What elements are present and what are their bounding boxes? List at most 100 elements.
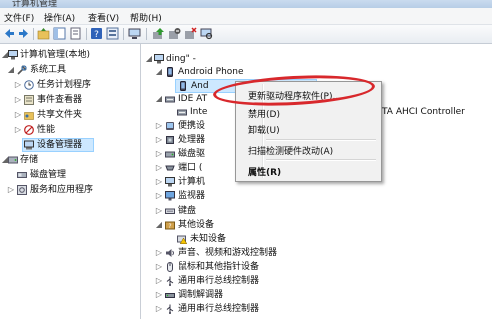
device-label: 鼠标和其他指针设备 [178, 262, 260, 272]
menu-help[interactable]: 帮助(H) [130, 11, 162, 24]
modem-icon [165, 293, 175, 298]
tree-item-label: 性能 [37, 125, 56, 135]
device-category-keyboards[interactable]: ▷ 键盘 [145, 205, 485, 217]
disable-device-icon[interactable] [168, 27, 181, 40]
other-devices-icon: ? [165, 221, 175, 230]
collapse-arrow-icon[interactable]: ◢ [155, 93, 163, 105]
device-category-mice[interactable]: ▷ 鼠标和其他指针设备 [145, 261, 485, 273]
expand-arrow-icon[interactable]: ▷ [155, 303, 163, 315]
device-category-monitors[interactable]: ▷ 监视器 [145, 190, 485, 202]
device-label: 其他设备 [178, 220, 215, 230]
sound-icon [166, 249, 174, 257]
up-folder-icon[interactable] [37, 27, 50, 40]
mouse-icon [167, 262, 173, 272]
view-details-icon[interactable] [106, 27, 119, 40]
svg-text:?: ? [168, 223, 171, 230]
expand-arrow-icon[interactable]: ▷ [155, 289, 163, 301]
tree-item-label: 磁盘管理 [30, 170, 67, 180]
expand-arrow-icon[interactable]: ▷ [155, 275, 163, 287]
tree-item-label: 事件查看器 [37, 95, 83, 105]
keyboard-icon [165, 208, 175, 214]
device-category-usb[interactable]: ▷ 通用串行总线控制器 [145, 275, 485, 287]
disk-drive-icon [165, 151, 175, 158]
collapse-arrow-icon[interactable]: ◢ [145, 53, 153, 65]
device-label: 声音、视频和游戏控制器 [178, 248, 278, 258]
phone-device-icon [180, 81, 186, 91]
device-category-usb-2[interactable]: ▷ 通用串行总线控制器 [145, 303, 485, 315]
tree-item-disk-management[interactable]: 磁盘管理 [0, 169, 140, 181]
menu-separator [266, 139, 376, 141]
device-label: 计算机 [178, 177, 206, 187]
disk-icon [17, 172, 27, 178]
properties-icon[interactable] [69, 27, 82, 40]
toolbar: ? [0, 25, 492, 44]
monitor-icon [165, 191, 175, 201]
expand-arrow-icon[interactable]: ▷ [14, 109, 22, 121]
device-label: 便携设 [178, 121, 206, 131]
tree-item-label: 设备管理器 [37, 140, 83, 150]
device-category-sound[interactable]: ▷ 声音、视频和游戏控制器 [145, 247, 485, 259]
expand-arrow-icon[interactable]: ▷ [14, 124, 22, 136]
back-arrow-icon[interactable] [3, 27, 16, 40]
scan-hardware-icon[interactable] [200, 27, 213, 40]
forward-arrow-icon[interactable] [17, 27, 30, 40]
tree-item-services-apps[interactable]: ▷ 服务和应用程序 [0, 184, 140, 196]
expand-arrow-icon[interactable]: ▷ [155, 134, 163, 146]
device-category-modems[interactable]: ▷ 调制解调器 [145, 289, 485, 301]
expand-arrow-icon[interactable]: ▷ [155, 176, 163, 188]
tools-icon [17, 65, 27, 75]
device-label: 处理器 [178, 135, 206, 145]
ide-icon [165, 96, 175, 103]
collapse-arrow-icon[interactable]: ◢ [155, 219, 163, 231]
expand-arrow-icon[interactable]: ▷ [155, 261, 163, 273]
context-uninstall[interactable]: 卸载(U) [248, 123, 280, 136]
device-category-other[interactable]: ◢ ? 其他设备 [145, 219, 485, 231]
device-unknown[interactable]: 未知设备 [145, 233, 485, 245]
expand-arrow-icon[interactable]: ▷ [155, 190, 163, 202]
device-label: 通用串行总线控制器 [178, 276, 260, 286]
expand-arrow-icon[interactable]: ▷ [155, 120, 163, 132]
uninstall-device-icon[interactable] [184, 27, 197, 40]
menu-file[interactable]: 文件(F) [4, 11, 34, 24]
computer-monitor-icon[interactable] [128, 27, 141, 40]
tree-item-event-viewer[interactable]: ▷ 事件查看器 [0, 94, 140, 106]
expand-arrow-icon[interactable]: ▷ [14, 94, 22, 106]
context-scan-hardware[interactable]: 扫描检测硬件改动(A) [248, 144, 333, 157]
device-label: And [191, 81, 209, 91]
update-driver-icon[interactable] [152, 27, 165, 40]
tree-item-shared-folders[interactable]: ▷ 共享文件夹 [0, 109, 140, 121]
context-disable[interactable]: 禁用(D) [248, 107, 280, 120]
collapse-arrow-icon[interactable]: ◢ [155, 66, 163, 78]
tree-item-storage[interactable]: ◢ 存储 [0, 154, 140, 166]
tree-item-task-scheduler[interactable]: ▷ 任务计划程序 [0, 79, 140, 91]
menu-separator [266, 159, 376, 161]
expand-arrow-icon[interactable]: ▷ [155, 205, 163, 217]
expand-arrow-icon[interactable]: ▷ [7, 184, 15, 196]
phone-icon [167, 67, 173, 77]
menu-view[interactable]: 查看(V) [88, 11, 119, 24]
device-root[interactable]: ◢ ding" - [145, 53, 485, 65]
context-properties[interactable]: 属性(R) [248, 165, 281, 178]
expand-arrow-icon[interactable]: ▷ [155, 148, 163, 160]
expand-arrow-icon[interactable]: ▷ [155, 162, 163, 174]
computer-icon [165, 177, 175, 187]
clock-icon [24, 80, 34, 90]
unknown-device-warning-icon [177, 235, 187, 244]
menu-action[interactable]: 操作(A) [44, 11, 75, 24]
performance-icon [24, 125, 34, 135]
tree-item-label: 服务和应用程序 [30, 185, 94, 195]
tree-item-label: 计算机管理(本地) [20, 50, 91, 60]
tree-item-label: 共享文件夹 [37, 110, 83, 120]
help-icon[interactable]: ? [90, 27, 103, 40]
device-label: 磁盘驱 [178, 149, 206, 159]
show-hide-tree-icon[interactable] [53, 27, 66, 40]
expand-arrow-icon[interactable]: ▷ [14, 79, 22, 91]
computer-icon [154, 54, 164, 64]
tree-item-computer-management[interactable]: ◢ 计算机管理(本地) [0, 49, 140, 61]
tree-item-performance[interactable]: ▷ 性能 [0, 124, 140, 136]
tree-item-system-tools[interactable]: ◢ 系统工具 [0, 64, 140, 76]
tree-item-device-manager[interactable]: 设备管理器 [22, 138, 94, 152]
collapse-arrow-icon[interactable]: ◢ [7, 64, 15, 76]
expand-arrow-icon[interactable]: ▷ [155, 247, 163, 259]
cpu-icon [166, 136, 174, 144]
